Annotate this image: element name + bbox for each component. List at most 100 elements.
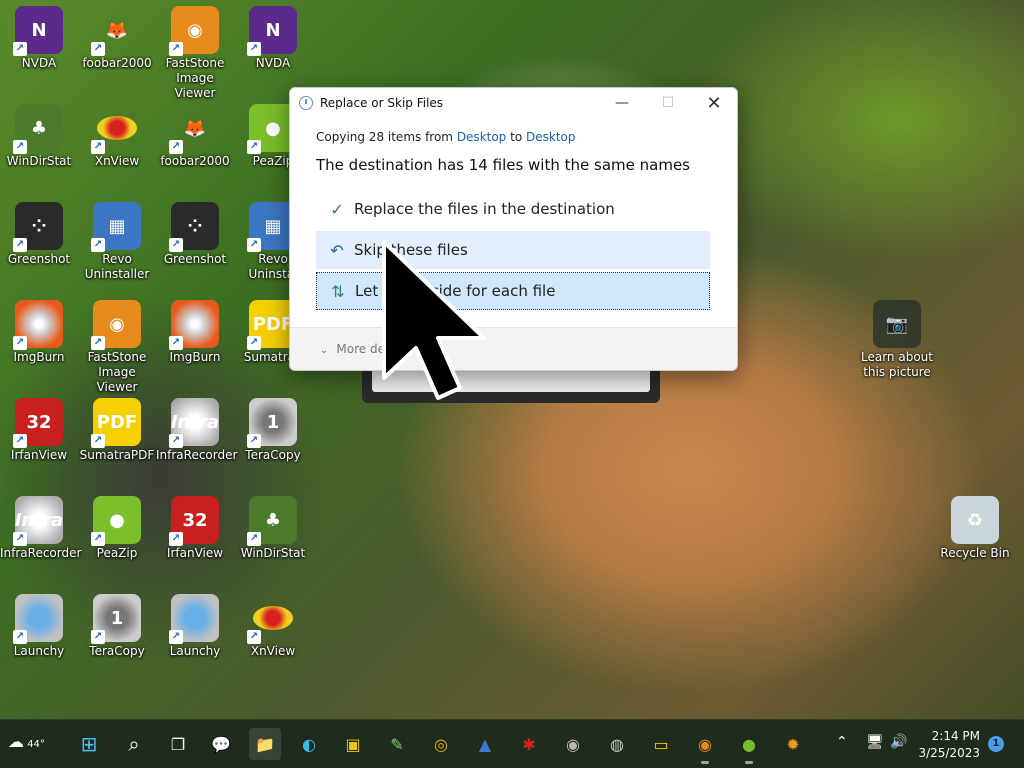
- desktop-icon-revo-uninstaller[interactable]: ▦Revo Uninstaller: [78, 202, 156, 282]
- desktop-icon-label: NVDA: [255, 56, 291, 70]
- desktop-icon-launchy[interactable]: Launchy: [0, 594, 78, 659]
- desktop-icon-greenshot[interactable]: ⁘Greenshot: [0, 202, 78, 267]
- desktop-icon-greenshot[interactable]: ⁘Greenshot: [156, 202, 234, 267]
- desktop-icon-recycle-bin[interactable]: ♻ Recycle Bin: [936, 496, 1014, 561]
- imgburn-icon: [169, 300, 219, 350]
- camera-icon: 📷: [873, 300, 921, 348]
- desktop-icon-xnview[interactable]: XnView: [78, 104, 156, 169]
- desktop-icon-label: WinDirStat: [6, 154, 72, 168]
- desktop-icon-label: PeaZip: [96, 546, 138, 560]
- taskbar-edge[interactable]: ◐: [293, 728, 325, 760]
- taskbar-store[interactable]: ▣: [337, 728, 369, 760]
- destination-link[interactable]: Desktop: [526, 130, 576, 144]
- taskbar-irfanview[interactable]: ✱: [513, 728, 545, 760]
- desktop-icon-label: ImgBurn: [169, 350, 221, 364]
- desktop-icon-faststone-image-viewer[interactable]: ◉FastStone Image Viewer: [156, 6, 234, 101]
- mouse-pointer-icon: [382, 240, 486, 400]
- nvda-icon: N: [13, 6, 63, 56]
- launchy-icon: [13, 594, 63, 644]
- desktop-icon-label: foobar2000: [82, 56, 152, 70]
- notepad-icon: ✎: [390, 734, 404, 754]
- close-button[interactable]: ✕: [691, 88, 737, 118]
- folder-icon: 📁: [255, 734, 275, 754]
- replace-files-option[interactable]: ✓ Replace the files in the destination: [316, 190, 710, 228]
- desktop-icon-label: Greenshot: [7, 252, 71, 266]
- sumatrapdf-icon: ▭: [653, 734, 669, 754]
- taskbar-chrome[interactable]: ◎: [425, 728, 457, 760]
- desktop-icon-infrarecorder[interactable]: InfraInfraRecorder: [0, 496, 82, 561]
- teracopy-icon: 1: [247, 398, 297, 448]
- network-icon[interactable]: 🖥: [866, 734, 884, 750]
- faststone-icon: ◉: [698, 734, 712, 754]
- peazip-icon: ●: [742, 734, 756, 754]
- desktop-icon-foobar2000[interactable]: 🦊foobar2000: [78, 6, 156, 71]
- desktop-icon-windirstat[interactable]: ♣WinDirStat: [0, 104, 78, 169]
- desktop-icon-label: IrfanView: [166, 546, 224, 560]
- chrome-icon: ◎: [434, 734, 448, 754]
- dialog-title: Replace or Skip Files: [320, 96, 444, 110]
- taskbar-xnview[interactable]: ✹: [777, 728, 809, 760]
- greenshot-icon: ⁘: [13, 202, 63, 252]
- desktop-icon-nvda[interactable]: NNVDA: [234, 6, 312, 71]
- taskbar-peazip[interactable]: ●: [733, 728, 765, 764]
- desktop-icon-irfanview[interactable]: 32IrfanView: [0, 398, 78, 463]
- minimize-button[interactable]: —: [599, 88, 645, 118]
- task-view-icon: ❐: [170, 734, 186, 754]
- recycle-bin-icon: ♻: [951, 496, 999, 544]
- desktop-icon-label: FastStone Image Viewer: [165, 56, 225, 100]
- dialog-titlebar[interactable]: Replace or Skip Files — ☐ ✕: [290, 88, 737, 118]
- desktop-icon-label: XnView: [250, 644, 296, 658]
- desktop-icon-imgburn[interactable]: ImgBurn: [0, 300, 78, 365]
- desktop-icon-peazip[interactable]: ●PeaZip: [78, 496, 156, 561]
- desktop-icon-launchy[interactable]: Launchy: [156, 594, 234, 659]
- desktop-icon-label: InfraRecorder: [0, 546, 82, 560]
- decide-each-file-option[interactable]: ⇅ Let me decide for each file: [316, 272, 710, 310]
- infrarecorder-icon: Infra: [169, 398, 219, 448]
- desktop-icon-label: TeraCopy: [245, 448, 301, 462]
- revo-uninstaller-icon: ▦: [91, 202, 141, 252]
- desktop-icon-teracopy[interactable]: 1TeraCopy: [234, 398, 312, 463]
- skip-files-option[interactable]: ↶ Skip these files: [316, 231, 710, 269]
- desktop-icon-label: ImgBurn: [13, 350, 65, 364]
- taskbar-notepad[interactable]: ✎: [381, 728, 413, 760]
- desktop-icon-faststone[interactable]: ◉FastStone Image Viewer: [78, 300, 156, 395]
- desktop-icon-infrarecorder[interactable]: InfraInfraRecorder: [156, 398, 238, 463]
- windows-start-icon: ⊞: [80, 732, 98, 756]
- taskbar-disc[interactable]: ◉: [557, 728, 589, 760]
- desktop-icon-nvda[interactable]: NNVDA: [0, 6, 78, 71]
- desktop-icon-label: WinDirStat: [240, 546, 306, 560]
- search-button[interactable]: ⌕: [118, 728, 150, 760]
- chevron-up-icon[interactable]: ⌃: [836, 734, 848, 750]
- irfanview-icon: 32: [13, 398, 63, 448]
- teracopy-icon: 1: [91, 594, 141, 644]
- desktop-icon-sumatrapdf[interactable]: PDFSumatraPDF: [78, 398, 156, 463]
- desktop-icon-irfanview[interactable]: 32IrfanView: [156, 496, 234, 561]
- clock-date[interactable]: 3/25/2023: [900, 746, 980, 760]
- dialog-footer: ⌄ More details: [290, 328, 737, 370]
- task-view-button[interactable]: ❐: [162, 728, 194, 760]
- taskbar-file-explorer[interactable]: 📁: [249, 728, 281, 760]
- taskbar-app-blue[interactable]: ▲: [469, 728, 501, 760]
- clock-time[interactable]: 2:14 PM: [900, 729, 980, 743]
- desktop-icon-foobar2000[interactable]: 🦊foobar2000: [156, 104, 234, 169]
- disc-icon: ◉: [566, 734, 580, 754]
- notification-badge[interactable]: 1: [988, 736, 1004, 752]
- taskbar-faststone[interactable]: ◉: [689, 728, 721, 764]
- taskbar-sumatrapdf[interactable]: ▭: [645, 728, 677, 760]
- start-button[interactable]: ⊞: [73, 728, 105, 760]
- taskbar-infrarecorder[interactable]: ◍: [601, 728, 633, 760]
- taskbar: ☁ 44° ⊞ ⌕ ❐ 💬 📁 ◐ ▣ ✎ ◎ ▲ ✱ ◉ ◍ ▭ ◉ ● ✹ …: [0, 719, 1024, 768]
- chat-button[interactable]: 💬: [205, 728, 237, 760]
- xnview-icon: [91, 104, 141, 154]
- desktop-icon-imgburn[interactable]: ImgBurn: [156, 300, 234, 365]
- desktop-icon-learn-about-picture[interactable]: 📷 Learn about this picture: [858, 300, 936, 380]
- desktop-icon-xnview[interactable]: XnView: [234, 594, 312, 659]
- desktop-icon-label: XnView: [94, 154, 140, 168]
- desktop-icon-label: InfraRecorder: [156, 448, 238, 462]
- weather-widget[interactable]: ☁ 44°: [8, 732, 45, 751]
- desktop-icon-teracopy[interactable]: 1TeraCopy: [78, 594, 156, 659]
- desktop-icon-windirstat[interactable]: ♣WinDirStat: [234, 496, 312, 561]
- source-link[interactable]: Desktop: [457, 130, 507, 144]
- foobar2000-icon: 🦊: [91, 6, 141, 56]
- imgburn-icon: [13, 300, 63, 350]
